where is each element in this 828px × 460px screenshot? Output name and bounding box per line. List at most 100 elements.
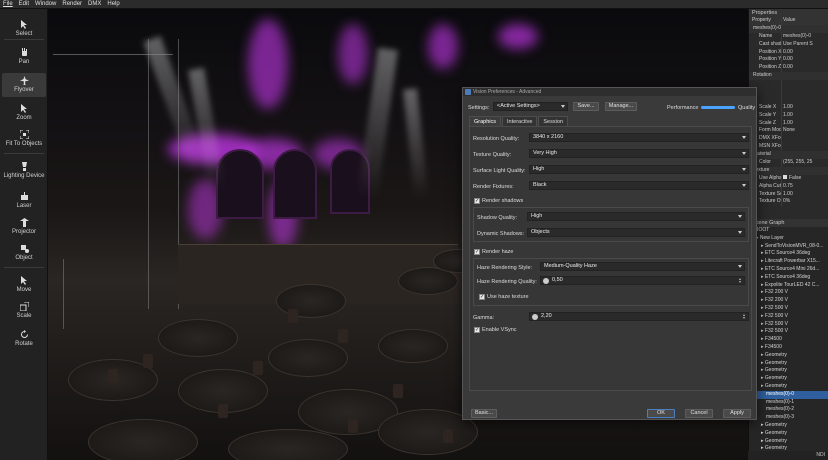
property-value[interactable]: 0% [781, 198, 828, 207]
menu-help[interactable]: Help [104, 0, 122, 9]
haze-texture-checkbox[interactable]: ✓ [479, 294, 485, 300]
property-row[interactable] [749, 80, 828, 89]
property-value[interactable]: None [781, 127, 828, 136]
scene-node[interactable]: ▸ ETC Source4 36deg [749, 274, 828, 282]
basic-button[interactable]: Basic... [471, 409, 497, 418]
render-shadows-checkbox[interactable]: ✓ [474, 198, 480, 204]
scene-node[interactable]: ▸ F32 500 V [749, 305, 828, 313]
spin-arrows-icon[interactable] [742, 313, 747, 320]
property-row[interactable]: MSN XForm [749, 143, 828, 152]
scene-node[interactable]: ▸ F32 200 V [749, 297, 828, 305]
menu-render[interactable]: Render [59, 0, 85, 9]
settings-select[interactable]: <Active Settings> [493, 102, 568, 111]
tool-laser[interactable]: Laser [2, 189, 46, 213]
scene-node[interactable]: ▸ ROOT [749, 227, 828, 235]
property-row[interactable]: Position Y 0.00 [749, 56, 828, 65]
property-row[interactable]: DMX XForm [749, 135, 828, 144]
property-row[interactable]: Form ModeNone [749, 127, 828, 136]
property-value[interactable] [781, 143, 828, 152]
menu-dmx[interactable]: DMX [85, 0, 104, 9]
scene-node[interactable]: ▸ Geometry [749, 367, 828, 375]
property-row[interactable]: Position Z 0.00 [749, 64, 828, 73]
property-value[interactable] [781, 135, 828, 144]
tool-flyover[interactable]: Flyover [2, 73, 46, 97]
property-value[interactable]: False [781, 174, 828, 183]
tool-zoom[interactable]: Zoom [2, 101, 46, 125]
property-row[interactable] [749, 88, 828, 96]
scene-node[interactable]: ▸ Geometry [749, 438, 828, 446]
property-row[interactable] [749, 95, 828, 104]
scene-node[interactable]: ▸ Geometry [749, 422, 828, 430]
property-row[interactable]: Texture [749, 166, 828, 175]
scene-node[interactable]: meshes(0)-0 [749, 390, 828, 399]
property-value[interactable]: 1.00 [781, 111, 828, 120]
save-button[interactable]: Save... [573, 102, 599, 111]
vsync-checkbox[interactable]: ✓ [474, 327, 480, 333]
texture-select[interactable]: Very High [529, 149, 749, 158]
scene-node[interactable]: meshes(0)-1 [749, 399, 828, 407]
property-value[interactable]: 0.75 [781, 182, 828, 191]
haze-quality-spinbox[interactable]: 0,50 [540, 276, 745, 285]
property-row[interactable]: Color (255, 255, 25 [749, 159, 828, 167]
tool-object[interactable]: Object [2, 241, 46, 265]
scene-node[interactable]: ▸ Litecraft Powerbar X15... [749, 258, 828, 266]
property-row[interactable]: Cast shadowsUse Parent S [749, 40, 828, 49]
manage-button[interactable]: Manage... [605, 102, 637, 111]
surface-light-select[interactable]: High [529, 165, 749, 174]
property-row[interactable]: Material [749, 151, 828, 160]
property-value[interactable]: (255, 255, 25 [781, 159, 828, 167]
fixtures-select[interactable]: Black [529, 181, 749, 190]
scene-node[interactable]: ▸ F34500 [749, 344, 828, 352]
property-row[interactable]: Texture Off...0% [749, 198, 828, 207]
scene-node[interactable]: ▸ F34500 [749, 336, 828, 344]
property-row[interactable]: Scale Z 1.00 [749, 119, 828, 128]
scene-node[interactable]: ▸ SendToVisionMVR_08-0... [749, 243, 828, 251]
menu-window[interactable]: Window [32, 0, 59, 9]
scene-node[interactable]: ▸ F32 500 V [749, 328, 828, 336]
property-row[interactable]: Rotation [749, 72, 828, 81]
property-value[interactable]: 0.00 [781, 64, 828, 73]
tab-interactive[interactable]: Interactive [502, 116, 538, 126]
dialog-titlebar[interactable]: Vision Preferences - Advanced [463, 88, 756, 96]
tool-rotate[interactable]: Rotate [2, 327, 46, 351]
haze-style-select[interactable]: Medium-Quality Haze [540, 262, 745, 271]
scene-node[interactable]: meshes(0)-2 [749, 406, 828, 414]
property-value[interactable]: 1.00 [781, 190, 828, 199]
tab-session[interactable]: Session [538, 116, 568, 126]
scene-node[interactable]: meshes(0)-3 [749, 414, 828, 422]
scene-node[interactable]: ▸ F32 500 V [749, 313, 828, 321]
shadow-quality-select[interactable]: High [527, 212, 745, 221]
scene-node[interactable]: ▸ Geometry [749, 360, 828, 368]
menu-edit[interactable]: Edit [16, 0, 32, 9]
gamma-spinbox[interactable]: 2,20 [529, 312, 749, 321]
property-row[interactable]: meshes(0)-0 [749, 24, 828, 33]
render-haze-checkbox[interactable]: ✓ [474, 249, 480, 255]
scene-node[interactable]: ▸ Expolite TourLED 42 C... [749, 282, 828, 290]
property-value[interactable]: 1.00 [781, 119, 828, 128]
scene-node[interactable]: ▸ Geometry [749, 352, 828, 360]
tool-select[interactable]: Select [2, 17, 46, 41]
property-row[interactable]: Scale Y 1.00 [749, 111, 828, 120]
property-row[interactable]: Scale X 1.00 [749, 103, 828, 112]
tool-scale[interactable]: Scale [2, 299, 46, 323]
tool-lighting-device[interactable]: Lighting Device [2, 159, 46, 183]
scene-node[interactable]: ▸ Geometry [749, 375, 828, 383]
menu-file[interactable]: File [0, 0, 16, 9]
apply-button[interactable]: Apply [723, 409, 751, 418]
property-value[interactable] [781, 95, 828, 104]
property-value[interactable] [781, 88, 828, 96]
property-value[interactable] [781, 80, 828, 89]
property-value[interactable]: 0.00 [781, 56, 828, 65]
scene-node[interactable]: ▸ Geometry [749, 430, 828, 438]
spin-arrows-icon[interactable] [738, 277, 743, 284]
cancel-button[interactable]: Cancel [685, 409, 713, 418]
property-value[interactable]: 0.00 [781, 48, 828, 57]
scene-node[interactable]: ▸ F32 500 V [749, 321, 828, 329]
scene-node[interactable]: ▸ ETC Source4 36deg [749, 250, 828, 258]
scene-node[interactable]: ▸ ETC Source4 Mini 26d... [749, 266, 828, 274]
dynamic-shadows-select[interactable]: Objects [527, 228, 745, 237]
property-value[interactable]: meshes(0)-0 [781, 32, 828, 41]
tool-fit-to-objects[interactable]: Fit To Objects [2, 127, 46, 151]
property-row[interactable]: Texture Scale1.00 [749, 190, 828, 199]
tool-move[interactable]: Move [2, 273, 46, 297]
